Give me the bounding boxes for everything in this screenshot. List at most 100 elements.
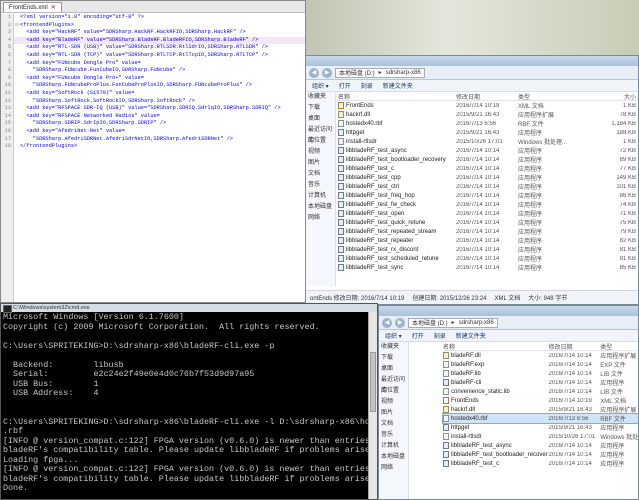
breadcrumb[interactable]: 本地磁盘 (D:) ▸ sdrsharp-x86 (408, 317, 498, 328)
nav-item[interactable]: 视频 (306, 147, 335, 158)
file-row[interactable]: httpget 2015/9/21 16:43 应用程序 188 KB (338, 128, 638, 137)
file-row[interactable]: libbladeRF_test_open 2016/7/14 10:14 应用程序 7… (338, 209, 638, 218)
column-name-header[interactable]: 名称 (338, 92, 456, 101)
code-line[interactable]: 1 <?xml version="1.0" encoding="utf-8" ?> (1, 14, 305, 22)
file-row[interactable]: libbladeRF_test_repeater 2016/7/14 10:14 应… (338, 236, 638, 245)
file-row[interactable]: bladeRF.exp 2016/7/14 10:14 EXP 文件 (443, 360, 638, 369)
new-folder-button[interactable]: 新建文件夹 (383, 81, 413, 90)
file-row[interactable]: libbladeRF_test_async 2016/7/14 10:14 应用程序 (443, 441, 638, 450)
back-arrow-icon[interactable]: ◀ (309, 67, 319, 78)
file-row[interactable]: httpget 2015/9/21 16:43 应用程序 (443, 423, 638, 432)
nav-item[interactable]: 文档 (306, 169, 335, 180)
file-row[interactable]: install-rtlsdr 2015/10/26 17:01 Windows 批处… (338, 137, 638, 146)
column-name-header[interactable]: 名称 (443, 342, 548, 351)
file-row[interactable]: bladeRF-cli 2016/7/14 10:14 应用程序 (443, 378, 638, 387)
nav-item[interactable]: 收藏夹 (379, 342, 408, 353)
file-row[interactable]: libbladeRF_test_freq_hop 2016/7/14 10:14 应… (338, 191, 638, 200)
file-row[interactable]: libbladeRF_test_repeated_stream 2016/7/14… (338, 227, 638, 236)
editor-tab[interactable]: FrontEnds.xml ✕ (3, 2, 62, 12)
file-row[interactable]: hostedx40.rbf 2016/7/13 6:56 RBF 文件 (442, 413, 638, 424)
nav-item[interactable]: 计算机 (379, 441, 408, 452)
nav-item[interactable]: 网络 (306, 213, 335, 224)
code-line[interactable]: 11 <add key="SoftRock (Si570)" value= (1, 89, 305, 98)
column-type-header[interactable]: 类型 (600, 342, 638, 351)
file-row[interactable]: bladeRF.dll 2016/7/14 10:14 应用程序扩展 (443, 351, 638, 360)
forward-arrow-icon[interactable]: ▶ (322, 67, 332, 78)
file-row[interactable]: libbladeRF_test_sync 2016/7/14 10:14 应用程序 8… (338, 263, 638, 272)
burn-button[interactable]: 刻录 (361, 81, 373, 90)
code-line[interactable]: 5 <add key="RTL-SDR (USB)" value="SDRSha… (1, 44, 305, 52)
code-line[interactable]: 17 "SDRSharp.AfedriSDRNet.AfedriSdrNetIO… (1, 135, 305, 144)
file-row[interactable]: convenience_static.lib 2016/7/14 10:14 LIB… (443, 387, 638, 396)
scrollbar-thumb[interactable] (370, 352, 376, 412)
code-line[interactable]: 9 <add key="FUNcube Dongle Pro+" value= (1, 74, 305, 83)
file-row[interactable]: libbladeRF_test_bootloader_recovery 2016/… (443, 450, 638, 459)
file-row[interactable]: libbladeRF_test_cpp 2016/7/14 10:14 应用程序 14… (338, 173, 638, 182)
forward-arrow-icon[interactable]: ▶ (395, 317, 405, 328)
file-row[interactable]: FrontEnds 2016/7/14 10:19 XML 文档 1 KB (338, 101, 638, 110)
file-row[interactable]: hackrf.dll 2015/9/21 16:43 应用程序扩展 (443, 405, 638, 414)
explorer-titlebar[interactable] (379, 306, 638, 316)
code-line[interactable]: 12 "SDRSharp.SoftRock.SoftRockIO,SDRShar… (1, 97, 305, 106)
nav-item[interactable]: 计算机 (306, 191, 335, 202)
breadcrumb-drive[interactable]: 本地磁盘 (D:) (339, 68, 375, 77)
file-row[interactable]: libbladeRF_test_quick_retune 2016/7/14 10… (338, 218, 638, 227)
nav-item[interactable]: 下载 (306, 103, 335, 114)
code-line[interactable]: 15 "SDRSharp.SDRIP.SdrIpIO,SDRSharp.SDRI… (1, 120, 305, 128)
code-line[interactable]: 14 <add key="RFSPACE Networked Radios" v… (1, 112, 305, 121)
organize-button[interactable]: 组织 ▾ (385, 331, 402, 340)
nav-item[interactable]: 最近访问的位置 (306, 125, 335, 144)
burn-button[interactable]: 刻录 (434, 331, 446, 340)
nav-item[interactable]: 视频 (379, 397, 408, 408)
explorer-titlebar[interactable] (306, 56, 638, 66)
code-line[interactable]: 16 <add key="AfedriNet-Net" value= (1, 127, 305, 136)
code-line[interactable]: 13 <add key="RFSPACE SDR-IQ (USB)" value… (1, 105, 305, 113)
nav-item[interactable]: 桌面 (306, 114, 335, 125)
organize-button[interactable]: 组织 ▾ (312, 81, 329, 90)
file-row[interactable]: libbladeRF_test_scheduled_retune 2016/7/1… (338, 254, 638, 263)
code-line[interactable]: 6 <add key="RTL-SDR (TCP)" value="SDRSha… (1, 51, 305, 60)
close-icon[interactable]: ✕ (51, 4, 56, 11)
file-row[interactable]: libbladeRF_test_c 2016/7/14 10:14 应用程序 77 K… (338, 164, 638, 173)
nav-item[interactable]: 本地磁盘 (306, 202, 335, 213)
code-line[interactable]: 18 </frontendPlugins> (1, 143, 305, 151)
file-row[interactable]: hostedx40.rbf 2016/7/13 6:56 RBF 文件 1,184 K… (338, 119, 638, 128)
nav-item[interactable]: 网络 (379, 463, 408, 474)
column-size-header[interactable]: 大小 (584, 92, 636, 101)
code-line[interactable]: 8 "SDRSharp.FUNcube.FunCubeIO,SDRSharp.F… (1, 67, 305, 75)
nav-item[interactable]: 音乐 (379, 430, 408, 441)
cmd-output[interactable]: Microsoft Windows [Version 6.1.7600] Cop… (1, 312, 377, 499)
code-line[interactable]: 7 <add key="FUNcube Dongle Pro" value= (1, 59, 305, 68)
nav-item[interactable]: 本地磁盘 (379, 452, 408, 463)
nav-item[interactable]: 最近访问的位置 (379, 375, 408, 394)
code-line[interactable]: 2 ⊟ <frontendPlugins> (1, 21, 305, 30)
nav-item[interactable]: 收藏夹 (306, 92, 335, 103)
nav-item[interactable]: 图片 (379, 408, 408, 419)
file-row[interactable]: libbladeRF_test_async 2016/7/14 10:14 应用程序… (338, 146, 638, 155)
file-row[interactable]: install-rtlsdr 2015/10/26 17:01 Windows 批处… (443, 432, 638, 441)
nav-item[interactable]: 图片 (306, 158, 335, 169)
new-folder-button[interactable]: 新建文件夹 (456, 331, 486, 340)
nav-item[interactable]: 文档 (379, 419, 408, 430)
column-type-header[interactable]: 类型 (518, 92, 584, 101)
code-line[interactable]: 10 "SDRSharp.FUNcubeProPlus.FunCubeProPl… (1, 82, 305, 90)
file-row[interactable]: libbladeRF_test_ctrl 2016/7/14 10:14 应用程序 1… (338, 182, 638, 191)
nav-item[interactable]: 桌面 (379, 364, 408, 375)
breadcrumb[interactable]: 本地磁盘 (D:) ▸ sdrsharp-x86 (335, 67, 425, 78)
cmd-scrollbar[interactable] (368, 312, 377, 499)
nav-item[interactable]: 音乐 (306, 180, 335, 191)
breadcrumb-folder[interactable]: sdrsharp-x86 (459, 320, 494, 326)
open-button[interactable]: 打开 (412, 331, 424, 340)
file-row[interactable]: libbladeRF_test_rx_discont 2016/7/14 10:1… (338, 245, 638, 254)
column-date-header[interactable]: 修改日期 (548, 342, 600, 351)
nav-item[interactable]: 下载 (379, 353, 408, 364)
code-line[interactable]: 3 <add key="HackRF" value="SDRSharp.Hack… (1, 29, 305, 37)
cmd-title[interactable]: C:\Windows\system32\cmd.exe (1, 304, 377, 313)
breadcrumb-drive[interactable]: 本地磁盘 (D:) (412, 318, 448, 327)
column-date-header[interactable]: 修改日期 (456, 92, 518, 101)
file-row[interactable]: libbladeRF_test_c 2016/7/14 10:14 应用程序 (443, 459, 638, 468)
file-row[interactable]: bladeRF.lib 2016/7/14 10:14 LIB 文件 (443, 369, 638, 378)
back-arrow-icon[interactable]: ◀ (382, 317, 392, 328)
open-button[interactable]: 打开 (339, 81, 351, 90)
file-row[interactable]: hackrf.dll 2015/9/21 16:43 应用程序扩展 78 KB (338, 110, 638, 119)
